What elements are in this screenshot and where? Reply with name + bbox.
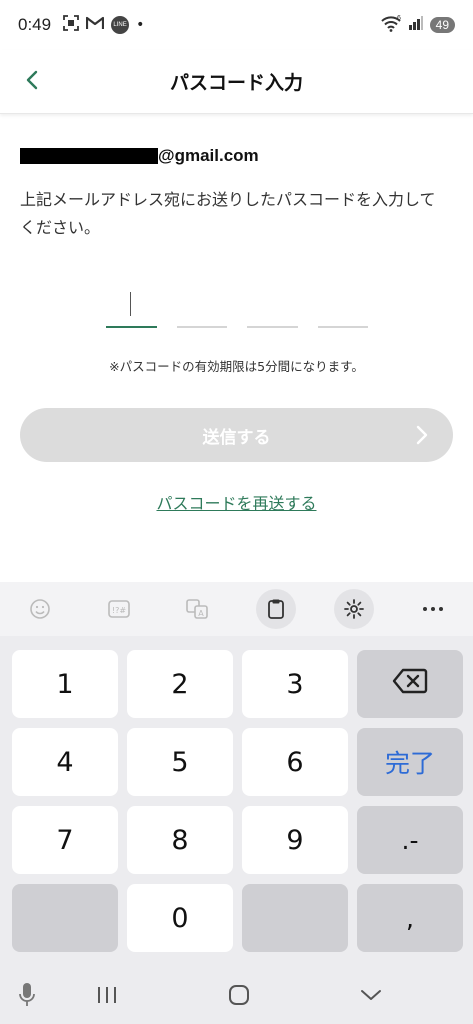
symbols-icon[interactable]: !?# bbox=[99, 589, 139, 629]
key-5[interactable]: 5 bbox=[127, 728, 233, 796]
system-nav-bar bbox=[0, 966, 473, 1024]
more-icon[interactable] bbox=[413, 589, 453, 629]
backspace-key[interactable] bbox=[357, 650, 463, 718]
done-key[interactable]: 完了 bbox=[357, 728, 463, 796]
gmail-icon bbox=[85, 16, 105, 34]
dot-dash-key[interactable]: .- bbox=[357, 806, 463, 874]
back-button[interactable] bbox=[14, 64, 50, 100]
app-header: パスコード入力 bbox=[0, 50, 473, 114]
chevron-right-icon bbox=[415, 423, 429, 451]
status-bar: 0:49 LINE • 6 49 bbox=[0, 0, 473, 50]
resend-passcode-link[interactable]: パスコードを再送する bbox=[0, 490, 473, 514]
settings-icon[interactable] bbox=[334, 589, 375, 629]
comma-key[interactable]: , bbox=[357, 884, 463, 952]
text-caret bbox=[130, 292, 131, 316]
instruction-text: 上記メールアドレス宛にお送りしたパスコードを入力してください。 bbox=[20, 190, 436, 237]
svg-text:A: A bbox=[198, 609, 204, 618]
passcode-digit-2[interactable] bbox=[176, 282, 227, 328]
emoji-icon[interactable] bbox=[20, 589, 60, 629]
line-app-icon: LINE bbox=[111, 16, 130, 34]
key-3[interactable]: 3 bbox=[242, 650, 348, 718]
wifi-badge: 6 bbox=[397, 15, 401, 22]
submit-label: 送信する bbox=[202, 427, 271, 448]
email-address: @gmail.com bbox=[20, 144, 259, 168]
blank-key-right bbox=[242, 884, 348, 952]
page-title: パスコード入力 bbox=[169, 72, 303, 94]
notification-dot-icon: • bbox=[136, 17, 145, 33]
translate-icon[interactable]: A bbox=[177, 589, 217, 629]
key-6[interactable]: 6 bbox=[242, 728, 348, 796]
key-0[interactable]: 0 bbox=[127, 884, 233, 952]
numeric-keyboard: 1 2 3 4 5 6 完了 7 8 9 .- 0 , bbox=[0, 636, 473, 966]
submit-button[interactable]: 送信する bbox=[20, 408, 453, 462]
passcode-input[interactable] bbox=[106, 282, 368, 328]
passcode-digit-3[interactable] bbox=[247, 282, 298, 328]
passcode-digit-4[interactable] bbox=[317, 282, 368, 328]
email-domain: @gmail.com bbox=[158, 146, 259, 165]
backspace-icon bbox=[392, 668, 428, 701]
svg-text:!?#: !?# bbox=[112, 606, 126, 615]
key-7[interactable]: 7 bbox=[12, 806, 118, 874]
home-icon[interactable] bbox=[224, 980, 254, 1010]
battery-indicator: 49 bbox=[429, 17, 455, 33]
key-4[interactable]: 4 bbox=[12, 728, 118, 796]
key-8[interactable]: 8 bbox=[127, 806, 233, 874]
key-2[interactable]: 2 bbox=[127, 650, 233, 718]
signal-icon bbox=[408, 15, 424, 35]
key-1[interactable]: 1 bbox=[12, 650, 118, 718]
key-9[interactable]: 9 bbox=[242, 806, 348, 874]
blank-key-left bbox=[12, 884, 118, 952]
chevron-left-icon bbox=[25, 70, 39, 94]
expiry-note: ※パスコードの有効期限は5分間になります。 bbox=[109, 359, 364, 374]
status-time: 0:49 bbox=[18, 15, 52, 34]
wifi-icon: 6 bbox=[380, 14, 402, 36]
microphone-icon[interactable] bbox=[12, 980, 42, 1010]
email-redaction bbox=[20, 148, 158, 164]
passcode-digit-1[interactable] bbox=[106, 282, 157, 328]
recent-apps-icon[interactable] bbox=[92, 980, 122, 1010]
keyboard-toolbar: !?# A bbox=[0, 582, 473, 636]
clipboard-icon[interactable] bbox=[255, 589, 296, 629]
screenshot-icon bbox=[63, 15, 79, 35]
chevron-down-icon[interactable] bbox=[356, 980, 386, 1010]
